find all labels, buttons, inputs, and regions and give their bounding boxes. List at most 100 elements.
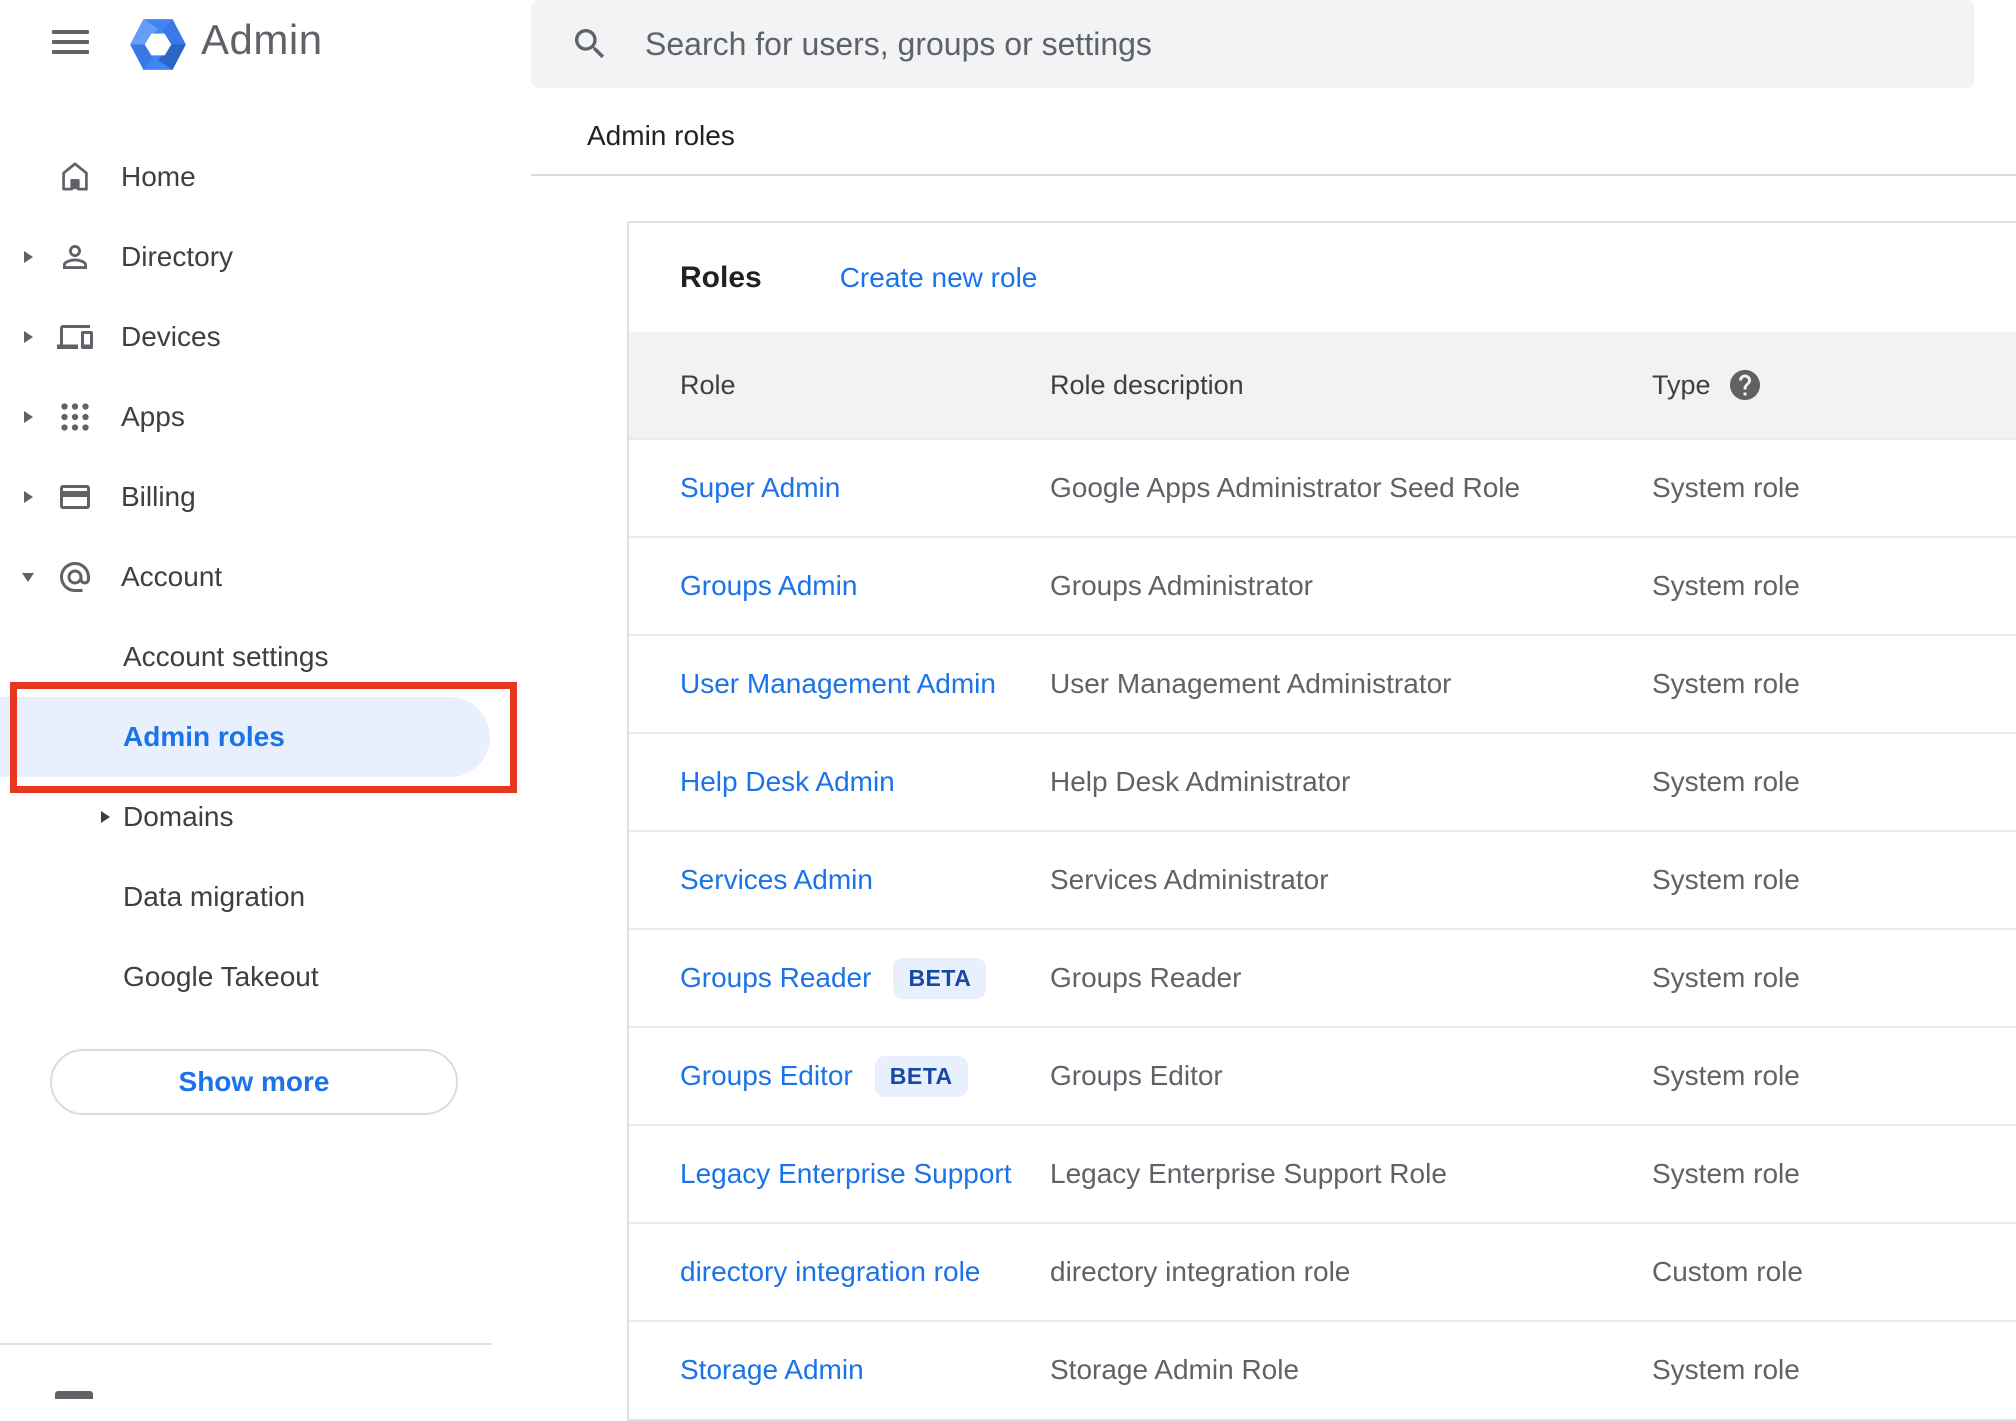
person-icon xyxy=(57,239,93,280)
role-type: System role xyxy=(1652,1060,1800,1091)
sidebar-label-google-takeout: Google Takeout xyxy=(123,961,319,992)
sidebar-label-account: Account xyxy=(121,561,223,592)
admin-logo-icon xyxy=(129,17,187,77)
role-link[interactable]: Groups Reader xyxy=(680,962,871,994)
menu-icon[interactable] xyxy=(52,30,89,60)
at-sign-icon xyxy=(57,559,93,600)
table-row: Super Admin Google Apps Administrator Se… xyxy=(629,438,2016,536)
panel-title: Roles xyxy=(680,260,762,294)
home-icon xyxy=(57,159,93,200)
search-input[interactable] xyxy=(645,25,1845,63)
role-cell: Groups Editor BETA xyxy=(680,1055,1050,1097)
role-description: User Management Administrator xyxy=(1050,668,1452,699)
sidebar-item-admin-roles[interactable]: Admin roles xyxy=(0,697,490,777)
column-header-role-description: Role description xyxy=(1050,369,1244,400)
table-row: Storage Admin Storage Admin Role System … xyxy=(629,1320,2016,1418)
role-description: Legacy Enterprise Support Role xyxy=(1050,1158,1447,1189)
chevron-right-icon[interactable] xyxy=(20,249,36,270)
role-type: System role xyxy=(1652,864,1800,895)
sidebar-item-home[interactable]: Home xyxy=(0,137,531,217)
role-cell: Groups Admin xyxy=(680,570,1050,602)
role-cell: Help Desk Admin xyxy=(680,766,1050,798)
role-link[interactable]: User Management Admin xyxy=(680,668,996,700)
role-cell: Super Admin xyxy=(680,472,1050,504)
roles-panel-header: Roles Create new role xyxy=(629,223,2016,332)
sidebar-label-directory: Directory xyxy=(121,241,234,272)
role-cell: Groups Reader BETA xyxy=(680,957,1050,999)
sidebar-item-domains[interactable]: Domains xyxy=(0,777,531,857)
role-description: Groups Editor xyxy=(1050,1060,1223,1091)
role-description: Google Apps Administrator Seed Role xyxy=(1050,472,1521,503)
table-row: Groups Reader BETA Groups Reader System … xyxy=(629,928,2016,1026)
search-icon xyxy=(575,29,605,59)
devices-icon xyxy=(57,319,93,360)
show-more-button[interactable]: Show more xyxy=(50,1049,458,1115)
role-link[interactable]: Super Admin xyxy=(680,472,840,504)
sidebar-item-data-migration[interactable]: Data migration xyxy=(0,857,531,937)
role-link[interactable]: Groups Editor xyxy=(680,1060,853,1092)
sidebar-item-apps[interactable]: Apps xyxy=(0,377,531,457)
table-row: Groups Editor BETA Groups Editor System … xyxy=(629,1026,2016,1124)
sidebar-label-billing: Billing xyxy=(121,481,196,512)
sidebar-item-directory[interactable]: Directory xyxy=(0,217,531,297)
role-cell: Services Admin xyxy=(680,864,1050,896)
breadcrumb: Admin roles xyxy=(587,120,735,151)
role-type: Custom role xyxy=(1652,1256,1803,1287)
credit-card-icon xyxy=(57,479,93,520)
feedback-icon xyxy=(55,1391,93,1399)
sidebar-item-account[interactable]: Account xyxy=(0,537,531,617)
help-icon[interactable] xyxy=(1727,367,1763,403)
role-link[interactable]: Legacy Enterprise Support xyxy=(680,1158,1012,1190)
create-new-role-link[interactable]: Create new role xyxy=(840,262,1038,294)
search-bar[interactable] xyxy=(531,0,1974,88)
sidebar-label-data-migration: Data migration xyxy=(123,881,306,912)
role-cell: Legacy Enterprise Support xyxy=(680,1158,1050,1190)
role-description: Groups Administrator xyxy=(1050,570,1313,601)
apps-grid-icon xyxy=(57,399,93,440)
sidebar-label-admin-roles: Admin roles xyxy=(123,721,285,752)
beta-badge: BETA xyxy=(893,957,987,999)
table-body: Super Admin Google Apps Administrator Se… xyxy=(629,438,2016,1418)
table-row: Services Admin Services Administrator Sy… xyxy=(629,830,2016,928)
role-link[interactable]: Help Desk Admin xyxy=(680,766,895,798)
role-type: System role xyxy=(1652,1354,1800,1385)
role-description: Storage Admin Role xyxy=(1050,1354,1300,1385)
role-description: Services Administrator xyxy=(1050,864,1329,895)
role-type: System role xyxy=(1652,1158,1800,1189)
column-header-type: Type xyxy=(1652,367,2016,403)
role-link[interactable]: directory integration role xyxy=(680,1256,980,1288)
role-type: System role xyxy=(1652,570,1800,601)
sidebar-item-google-takeout[interactable]: Google Takeout xyxy=(0,937,531,1017)
header-divider xyxy=(531,174,2016,176)
role-type: System role xyxy=(1652,668,1800,699)
chevron-right-icon[interactable] xyxy=(97,809,113,830)
role-description: Help Desk Administrator xyxy=(1050,766,1351,797)
chevron-right-icon[interactable] xyxy=(20,489,36,510)
role-cell: directory integration role xyxy=(680,1256,1050,1288)
app-title: Admin xyxy=(201,16,323,63)
role-link[interactable]: Groups Admin xyxy=(680,570,857,602)
role-type: System role xyxy=(1652,766,1800,797)
role-link[interactable]: Services Admin xyxy=(680,864,873,896)
sidebar-divider xyxy=(0,1343,492,1345)
chevron-right-icon[interactable] xyxy=(20,329,36,350)
table-row: Legacy Enterprise Support Legacy Enterpr… xyxy=(629,1124,2016,1222)
table-row: Help Desk Admin Help Desk Administrator … xyxy=(629,732,2016,830)
chevron-down-icon[interactable] xyxy=(20,569,36,590)
sidebar-label-devices: Devices xyxy=(121,321,221,352)
beta-badge: BETA xyxy=(874,1055,968,1097)
role-cell: Storage Admin xyxy=(680,1354,1050,1386)
role-link[interactable]: Storage Admin xyxy=(680,1354,864,1386)
chevron-right-icon[interactable] xyxy=(20,409,36,430)
sidebar-item-devices[interactable]: Devices xyxy=(0,297,531,377)
column-header-role: Role xyxy=(680,369,736,400)
table-row: User Management Admin User Management Ad… xyxy=(629,634,2016,732)
sidebar-item-billing[interactable]: Billing xyxy=(0,457,531,537)
roles-panel: Roles Create new role Role Role descript… xyxy=(627,221,2016,1421)
sidebar-label-home: Home xyxy=(121,161,196,192)
sidebar-label-account-settings: Account settings xyxy=(123,641,329,672)
sidebar-label-domains: Domains xyxy=(123,801,234,832)
table-header-row: Role Role description Type xyxy=(629,332,2016,438)
table-row: directory integration role directory int… xyxy=(629,1222,2016,1320)
sidebar-item-account-settings[interactable]: Account settings xyxy=(0,617,531,697)
